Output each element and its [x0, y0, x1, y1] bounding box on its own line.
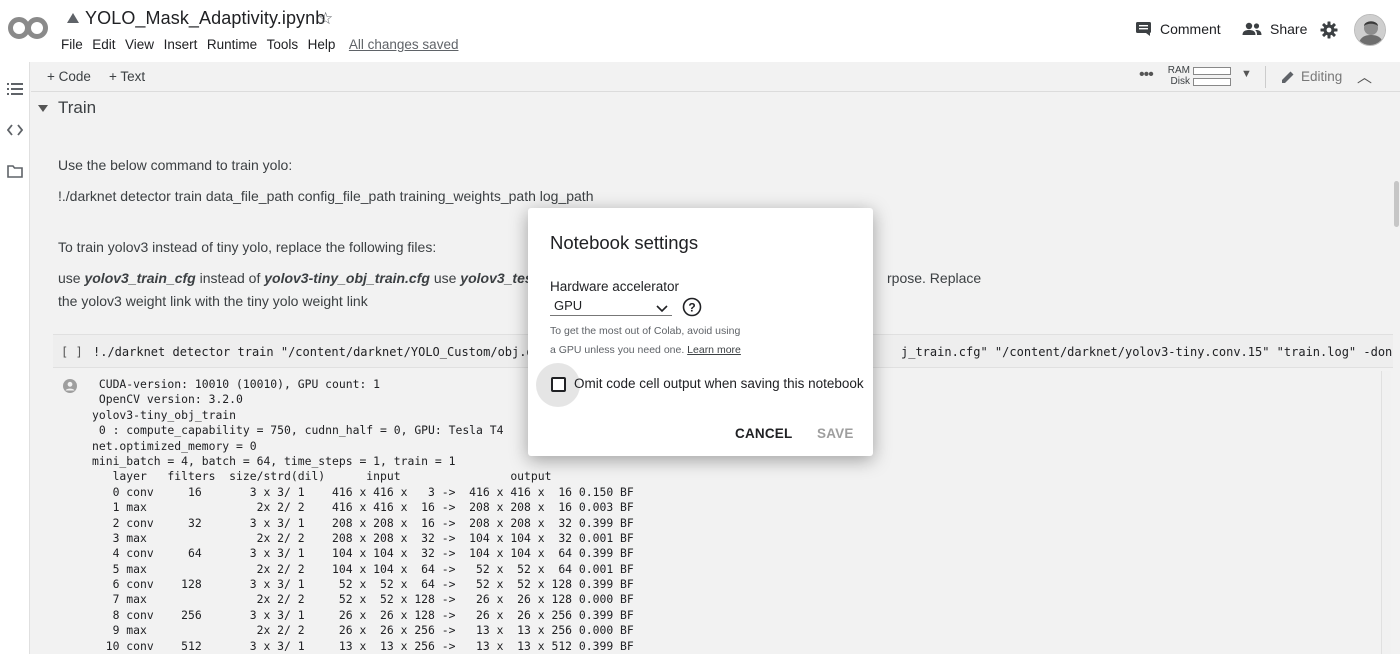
add-text-button[interactable]: + Text [109, 69, 145, 84]
hardware-accelerator-value: GPU [554, 298, 583, 313]
ram-bar [1193, 67, 1231, 75]
learn-more-link[interactable]: Learn more [687, 344, 741, 356]
more-options-icon[interactable]: ••• [1139, 66, 1154, 84]
share-button[interactable]: Share [1242, 21, 1307, 37]
markdown-line: the yolov3 weight link with the tiny yol… [58, 293, 368, 309]
code-snippets-icon[interactable] [6, 122, 24, 138]
section-heading: Train [58, 98, 97, 117]
hint-text-line: a GPU unless you need one. [550, 344, 688, 356]
save-status-link[interactable]: All changes saved [349, 37, 459, 52]
comment-label: Comment [1160, 21, 1221, 37]
code-editor-line[interactable]: !./darknet detector train "/content/dark… [93, 345, 541, 359]
toolbar-divider [1265, 66, 1266, 88]
menu-bar: File Edit View Insert Runtime Tools Help… [61, 37, 468, 52]
colab-logo-icon[interactable] [8, 14, 48, 42]
output-line: 1 max 2x 2/ 2 416 x 416 x 16 -> 208 x 20… [92, 500, 634, 515]
app-header: YOLO_Mask_Adaptivity.ipynb ☆ File Edit V… [0, 0, 1400, 62]
help-icon[interactable]: ? [682, 297, 702, 317]
gear-icon[interactable] [1320, 21, 1338, 39]
comment-button[interactable]: Comment [1135, 21, 1221, 37]
menu-file[interactable]: File [61, 37, 83, 52]
menu-insert[interactable]: Insert [164, 37, 198, 52]
omit-output-label[interactable]: Omit code cell output when saving this n… [574, 376, 864, 391]
output-line: 8 conv 256 3 x 3/ 1 26 x 26 x 128 -> 26 … [92, 607, 634, 622]
page-scrollbar[interactable] [1393, 93, 1400, 654]
markdown-text: instead of [195, 270, 265, 286]
menu-view[interactable]: View [125, 37, 154, 52]
output-line: 5 max 2x 2/ 2 104 x 104 x 64 -> 52 x 52 … [92, 561, 634, 576]
output-line: 6 conv 128 3 x 3/ 1 52 x 52 x 64 -> 52 x… [92, 577, 634, 592]
share-label: Share [1270, 21, 1308, 37]
chevron-down-icon[interactable]: ▼ [1241, 68, 1252, 80]
code-editor-line[interactable]: j_train.cfg" "/content/darknet/yolov3-ti… [901, 345, 1393, 359]
hardware-accelerator-label: Hardware accelerator [550, 279, 680, 294]
notebook-title[interactable]: YOLO_Mask_Adaptivity.ipynb [85, 8, 325, 29]
markdown-emphasis: yolov3-tiny_obj_train.cfg [264, 270, 430, 286]
save-button[interactable]: SAVE [817, 426, 854, 441]
left-sidebar [0, 62, 30, 654]
output-actions-icon[interactable] [63, 379, 77, 393]
menu-tools[interactable]: Tools [267, 37, 299, 52]
omit-output-checkbox[interactable] [551, 377, 566, 392]
markdown-line: rpose. Replace [887, 270, 982, 286]
notebook-settings-dialog: Notebook settings Hardware accelerator G… [528, 208, 873, 456]
add-code-button[interactable]: + Code [47, 69, 91, 84]
editing-label: Editing [1301, 69, 1343, 84]
markdown-emphasis: yolov3_train_cfg [84, 270, 196, 286]
output-line: 3 max 2x 2/ 2 208 x 208 x 32 -> 104 x 10… [92, 530, 634, 545]
output-line: 9 max 2x 2/ 2 26 x 26 x 256 -> 13 x 13 x… [92, 623, 634, 638]
markdown-line: use yolov3_train_cfg instead of yolov3-t… [58, 270, 537, 286]
output-line: 0 conv 16 3 x 3/ 1 416 x 416 x 3 -> 416 … [92, 484, 634, 499]
disk-bar [1193, 78, 1231, 86]
run-cell-button[interactable]: [ ] [61, 345, 83, 359]
section-collapse-icon[interactable] [38, 105, 48, 112]
output-line: layer filters size/strd(dil) input outpu… [92, 469, 552, 484]
output-line: 10 conv 512 3 x 3/ 1 13 x 13 x 256 -> 13… [92, 638, 634, 653]
chevron-down-icon [656, 300, 668, 313]
share-people-icon [1242, 22, 1262, 36]
output-line: 4 conv 64 3 x 3/ 1 104 x 104 x 32 -> 104… [92, 546, 634, 561]
ram-label: RAM [1167, 65, 1190, 76]
markdown-emphasis: yolov3_test [460, 270, 538, 286]
output-line: 2 conv 32 3 x 3/ 1 208 x 208 x 16 -> 208… [92, 515, 634, 530]
dialog-title: Notebook settings [550, 232, 699, 253]
scrollbar-thumb[interactable] [1394, 181, 1399, 227]
editing-mode-button[interactable]: Editing [1281, 69, 1342, 84]
output-line: mini_batch = 4, batch = 64, time_steps =… [92, 453, 456, 468]
svg-text:?: ? [688, 301, 695, 315]
markdown-text: use [58, 270, 85, 286]
hint-text: a GPU unless you need one. Learn more [550, 344, 741, 356]
pencil-icon [1281, 70, 1295, 84]
markdown-line: Use the below command to train yolo: [58, 157, 293, 173]
hardware-accelerator-select[interactable]: GPU [550, 296, 672, 316]
disk-label: Disk [1170, 76, 1190, 87]
output-line: 7 max 2x 2/ 2 52 x 52 x 128 -> 26 x 26 x… [92, 592, 634, 607]
notebook-toolbar: + Code + Text ••• RAM Disk ▼ Editing ︿ [31, 62, 1400, 92]
avatar[interactable] [1354, 14, 1386, 46]
resource-monitor[interactable]: RAM Disk [1160, 65, 1232, 89]
comment-icon [1135, 21, 1152, 37]
cancel-button[interactable]: CANCEL [735, 426, 792, 441]
table-of-contents-icon[interactable] [7, 81, 23, 97]
markdown-text: use [429, 270, 461, 286]
output-scrollbar[interactable] [1381, 371, 1391, 654]
markdown-line: !./darknet detector train data_file_path… [58, 188, 594, 204]
hint-text: To get the most out of Colab, avoid usin… [550, 325, 741, 337]
drive-icon[interactable] [66, 11, 80, 23]
menu-help[interactable]: Help [308, 37, 336, 52]
collapse-header-icon[interactable]: ︿ [1357, 66, 1372, 87]
star-icon[interactable]: ☆ [318, 9, 333, 29]
menu-edit[interactable]: Edit [92, 37, 115, 52]
files-folder-icon[interactable] [7, 163, 23, 179]
markdown-line: To train yolov3 instead of tiny yolo, re… [58, 239, 437, 255]
menu-runtime[interactable]: Runtime [207, 37, 257, 52]
